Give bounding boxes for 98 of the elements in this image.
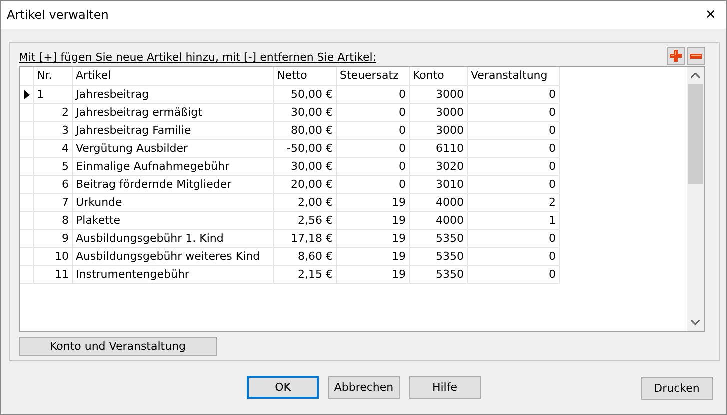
table-cell: 3000 — [410, 104, 468, 122]
remove-button[interactable] — [687, 47, 705, 65]
table-cell: 3000 — [410, 122, 468, 140]
table-cell: 1 — [468, 212, 560, 230]
table-cell: 20,00 € — [274, 176, 337, 194]
table-cell: 19 — [337, 248, 410, 266]
table-cell: 6110 — [410, 140, 468, 158]
table-cell: 0 — [337, 104, 410, 122]
table-cell: 3010 — [410, 176, 468, 194]
row-selector-cell[interactable] — [20, 212, 34, 230]
corner-cell — [20, 67, 34, 86]
dialog-button[interactable]: OK — [247, 376, 319, 398]
table-cell: 11 — [34, 266, 73, 284]
table-cell: 5 — [34, 158, 73, 176]
row-selector-cell[interactable] — [20, 104, 34, 122]
table-cell: 2,00 € — [274, 194, 337, 212]
dialog-button[interactable]: Abbrechen — [328, 376, 400, 398]
scrollbar[interactable] — [687, 67, 704, 331]
row-selector-cell[interactable] — [20, 158, 34, 176]
row-selector-cell[interactable] — [20, 140, 34, 158]
table-cell: 0 — [468, 176, 560, 194]
table-cell: 8,60 € — [274, 248, 337, 266]
table-cell: 3000 — [410, 86, 468, 104]
table-cell: 17,18 € — [274, 230, 337, 248]
column-header[interactable]: Artikel — [73, 67, 274, 86]
table-cell: 1 — [34, 86, 73, 104]
table-cell: -50,00 € — [274, 140, 337, 158]
table-cell: 10 — [34, 248, 73, 266]
minus-icon — [690, 54, 702, 58]
row-selector-cell[interactable] — [20, 176, 34, 194]
column-header[interactable]: Nr. — [34, 67, 73, 86]
table-cell: 0 — [468, 158, 560, 176]
add-button[interactable] — [667, 47, 685, 65]
table-cell: Einmalige Aufnahmegebühr — [73, 158, 274, 176]
dialog-button[interactable]: Hilfe — [409, 376, 481, 398]
table-cell: 2 — [34, 104, 73, 122]
table-cell: 6 — [34, 176, 73, 194]
table-cell: 50,00 € — [274, 86, 337, 104]
table-cell: 0 — [468, 86, 560, 104]
table-cell: 0 — [337, 86, 410, 104]
table-cell: 30,00 € — [274, 104, 337, 122]
table-cell: 4000 — [410, 212, 468, 230]
account-event-button[interactable]: Konto und Veranstaltung — [19, 337, 217, 356]
table-cell: 0 — [337, 158, 410, 176]
table-cell: Jahresbeitrag Familie — [73, 122, 274, 140]
column-header[interactable]: Konto — [410, 67, 468, 86]
print-button[interactable]: Drucken — [641, 377, 713, 400]
table-cell: 4 — [34, 140, 73, 158]
table-cell: 0 — [337, 176, 410, 194]
plus-icon — [670, 50, 682, 62]
table-cell: Beitrag fördernde Mitglieder — [73, 176, 274, 194]
table-cell: Jahresbeitrag — [73, 86, 274, 104]
table-cell: Jahresbeitrag ermäßigt — [73, 104, 274, 122]
table-cell: 2,15 € — [274, 266, 337, 284]
table-cell: 5350 — [410, 248, 468, 266]
table-cell: 80,00 € — [274, 122, 337, 140]
table-cell: 4000 — [410, 194, 468, 212]
table-cell: 8 — [34, 212, 73, 230]
table-cell: 9 — [34, 230, 73, 248]
column-header[interactable]: Netto — [274, 67, 337, 86]
table-cell: Urkunde — [73, 194, 274, 212]
table-cell: 0 — [468, 104, 560, 122]
row-selector-cell[interactable] — [20, 248, 34, 266]
close-button[interactable]: ✕ — [696, 1, 726, 29]
table-cell: 19 — [337, 230, 410, 248]
table-cell: Instrumentengebühr — [73, 266, 274, 284]
scrollbar-thumb[interactable] — [688, 84, 703, 184]
table-cell: Vergütung Ausbilder — [73, 140, 274, 158]
table-cell: 7 — [34, 194, 73, 212]
table-cell: Plakette — [73, 212, 274, 230]
row-selector-cell[interactable] — [20, 86, 34, 104]
column-header[interactable]: Steuersatz — [337, 67, 410, 86]
table-cell: 0 — [468, 266, 560, 284]
table-cell: 0 — [337, 140, 410, 158]
table-cell: 0 — [468, 140, 560, 158]
table-cell: 0 — [468, 122, 560, 140]
table-cell: 30,00 € — [274, 158, 337, 176]
table-cell: 19 — [337, 212, 410, 230]
table-cell: 3 — [34, 122, 73, 140]
row-selector-cell[interactable] — [20, 266, 34, 284]
table-cell: 0 — [468, 230, 560, 248]
table-cell: Ausbildungsgebühr 1. Kind — [73, 230, 274, 248]
window-title: Artikel verwalten — [7, 8, 109, 22]
table-cell: 0 — [468, 248, 560, 266]
row-selector-cell[interactable] — [20, 122, 34, 140]
table-cell: 5350 — [410, 266, 468, 284]
table-cell: 2 — [468, 194, 560, 212]
row-selector-cell[interactable] — [20, 194, 34, 212]
table-cell: 5350 — [410, 230, 468, 248]
column-header[interactable]: Veranstaltung — [468, 67, 560, 86]
table-cell: 19 — [337, 266, 410, 284]
table-cell: 0 — [337, 122, 410, 140]
row-selector-cell[interactable] — [20, 230, 34, 248]
table-cell: 3020 — [410, 158, 468, 176]
table-cell: 19 — [337, 194, 410, 212]
table-cell: Ausbildungsgebühr weiteres Kind — [73, 248, 274, 266]
table-cell: 2,56 € — [274, 212, 337, 230]
hint-text: Mit [+] fügen Sie neue Artikel hinzu, mit [-] entfernen Sie Artikel: — [19, 51, 377, 66]
